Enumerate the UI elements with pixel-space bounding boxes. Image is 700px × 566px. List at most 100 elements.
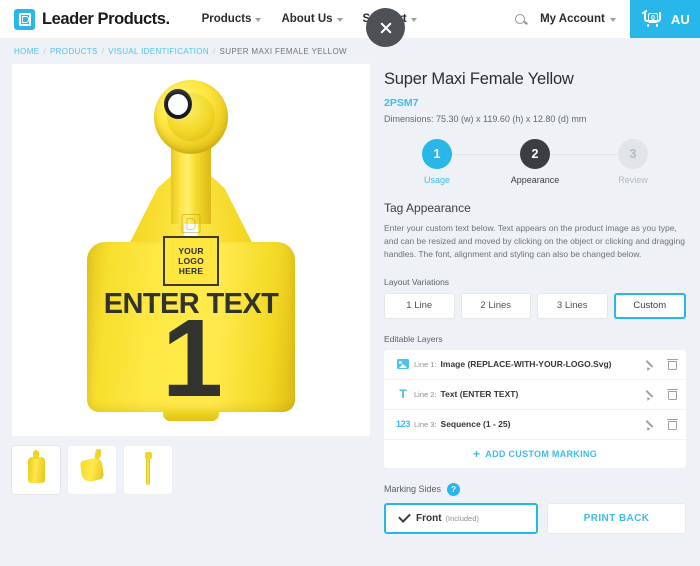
leader-products-logo-icon (14, 8, 35, 30)
site-header: Leader Products. Products About Us Suppo… (0, 0, 700, 47)
layer-3-text: Sequence (1 - 25) (440, 419, 511, 430)
product-title: Super Maxi Female Yellow (384, 70, 574, 88)
breadcrumb-item-products[interactable]: PRODUCTS (50, 47, 98, 56)
thumbnail-side-view[interactable] (124, 446, 172, 494)
layer-1-prefix: Line 1: (414, 359, 437, 369)
tag-body: YOUR LOGO HERE ENTER TEXT 1 (87, 214, 295, 421)
progress-stepper: 1 Usage 2 Appearance 3 Review (384, 139, 686, 185)
tag-head (154, 80, 228, 154)
layer-row-line-2[interactable]: T Line 2: Text (ENTER TEXT) (384, 380, 686, 410)
layout-variations-label: Layout Variations (384, 276, 450, 287)
layout-variations-group: 1 Line 2 Lines 3 Lines Custom (384, 292, 686, 319)
trash-icon[interactable] (667, 358, 678, 370)
nav-item-products[interactable]: Products (202, 13, 262, 25)
brand-logo[interactable]: Leader Products. (14, 8, 170, 30)
tag-sequence-number[interactable]: 1 (87, 304, 295, 414)
stepper-step-appearance[interactable]: 2 Appearance (486, 139, 584, 185)
layout-option-3-lines[interactable]: 3 Lines (537, 292, 608, 319)
stepper-step-usage-number: 1 (422, 139, 452, 169)
layer-row-line-1[interactable]: Line 1: Image (REPLACE-WITH-YOUR-LOGO.Sv… (384, 350, 686, 380)
layer-1-text: Image (REPLACE-WITH-YOUR-LOGO.Svg) (440, 359, 612, 370)
add-custom-marking-button[interactable]: + ADD CUSTOM MARKING (384, 440, 686, 468)
trash-icon[interactable] (667, 388, 678, 400)
marking-side-back-button[interactable]: PRINT BACK (547, 502, 686, 534)
shopping-cart-icon: 0 (641, 9, 664, 27)
marking-side-back-label: PRINT BACK (583, 512, 650, 524)
section-heading-tag-appearance: Tag Appearance (384, 201, 471, 215)
product-preview-column: YOUR LOGO HERE ENTER TEXT 1 (12, 64, 370, 534)
sequence-icon: 123 (395, 419, 411, 430)
pencil-icon[interactable] (646, 419, 657, 430)
my-account-menu[interactable]: My Account (540, 13, 616, 25)
chevron-down-icon (336, 17, 343, 22)
tag-bottom-tab (163, 409, 219, 421)
tag-angle-icon (79, 456, 105, 484)
layout-option-1-line[interactable]: 1 Line (384, 292, 455, 319)
chevron-down-icon (410, 17, 417, 22)
marking-sides-header: Marking Sides ? (384, 482, 686, 496)
breadcrumb-item-home[interactable]: HOME (14, 47, 39, 56)
search-icon (515, 14, 526, 24)
plus-icon: + (472, 446, 481, 461)
image-icon (392, 359, 414, 370)
layer-2-prefix: Line 2: (414, 389, 437, 399)
add-custom-marking-label: ADD CUSTOM MARKING (485, 448, 598, 459)
stepper-step-usage[interactable]: 1 Usage (388, 139, 486, 185)
stepper-connector-2 (538, 154, 623, 155)
tag-logo-line-2: LOGO (178, 255, 204, 266)
editable-layers-panel: Line 1: Image (REPLACE-WITH-YOUR-LOGO.Sv… (384, 349, 686, 468)
brand-name: Leader Products. (42, 9, 170, 28)
marking-sides-label: Marking Sides (384, 484, 442, 495)
breadcrumb-item-visual-identification[interactable]: VISUAL IDENTIFICATION (108, 47, 209, 56)
product-dimensions: Dimensions: 75.30 (w) x 119.60 (h) x 12.… (384, 114, 587, 124)
breadcrumb: HOME / PRODUCTS / VISUAL IDENTIFICATION … (0, 38, 700, 64)
close-button[interactable] (366, 8, 405, 47)
layout-option-2-lines[interactable]: 2 Lines (460, 292, 531, 319)
stepper-step-review[interactable]: 3 Review (584, 139, 682, 185)
cart-currency-label: AU (670, 11, 690, 27)
layer-2-text: Text (ENTER TEXT) (440, 389, 519, 400)
main-content: YOUR LOGO HERE ENTER TEXT 1 Super Maxi F… (0, 64, 700, 534)
chevron-down-icon (255, 17, 262, 22)
pencil-icon[interactable] (646, 389, 657, 400)
nav-item-products-label: Products (201, 13, 252, 25)
breadcrumb-separator: / (43, 47, 46, 56)
stepper-step-appearance-label: Appearance (510, 175, 560, 185)
cart-count: 0 (647, 13, 658, 23)
text-icon: T (399, 387, 407, 402)
layout-option-custom[interactable]: Custom (613, 292, 686, 319)
ear-tag-graphic: YOUR LOGO HERE ENTER TEXT 1 (76, 72, 306, 428)
thumbnail-front-view[interactable] (12, 446, 60, 494)
tag-hole (164, 89, 192, 119)
trash-icon[interactable] (667, 418, 678, 430)
search-button[interactable] (506, 14, 534, 24)
marking-side-front-button[interactable]: Front (Included) (384, 502, 538, 534)
stepper-step-review-number: 3 (618, 139, 648, 169)
close-icon (379, 21, 393, 35)
thumbnail-strip (12, 446, 370, 494)
marking-side-front-note: (Included) (445, 513, 479, 523)
stepper-step-appearance-number: 2 (520, 139, 550, 169)
breadcrumb-item-current: SUPER MAXI FEMALE YELLOW (219, 47, 347, 56)
nav-item-about-us[interactable]: About Us (281, 13, 343, 25)
tag-embossed-logo-icon (181, 214, 201, 233)
nav-item-about-us-label: About Us (281, 13, 333, 25)
product-sku: 2PSM7 (384, 97, 419, 109)
tag-side-icon (144, 452, 152, 485)
tag-logo-placeholder[interactable]: YOUR LOGO HERE (163, 236, 219, 286)
product-image-canvas[interactable]: YOUR LOGO HERE ENTER TEXT 1 (12, 64, 370, 436)
breadcrumb-separator: / (101, 47, 105, 56)
layer-row-line-3[interactable]: 123 Line 3: Sequence (1 - 25) (384, 410, 686, 440)
tag-logo-line-1: YOUR (178, 245, 204, 256)
my-account-label: My Account (540, 13, 605, 25)
chevron-down-icon (609, 17, 616, 22)
thumbnail-angle-view[interactable] (68, 446, 116, 494)
help-icon[interactable]: ? (447, 482, 461, 496)
cart-button[interactable]: 0 AU (629, 0, 700, 38)
marking-side-front-label: Front (416, 512, 442, 524)
tag-logo-line-3: HERE (178, 266, 204, 276)
layer-3-prefix: Line 3: (414, 419, 437, 429)
stepper-step-usage-label: Usage (423, 175, 450, 185)
pencil-icon[interactable] (646, 359, 657, 370)
tag-front-icon (27, 457, 45, 483)
